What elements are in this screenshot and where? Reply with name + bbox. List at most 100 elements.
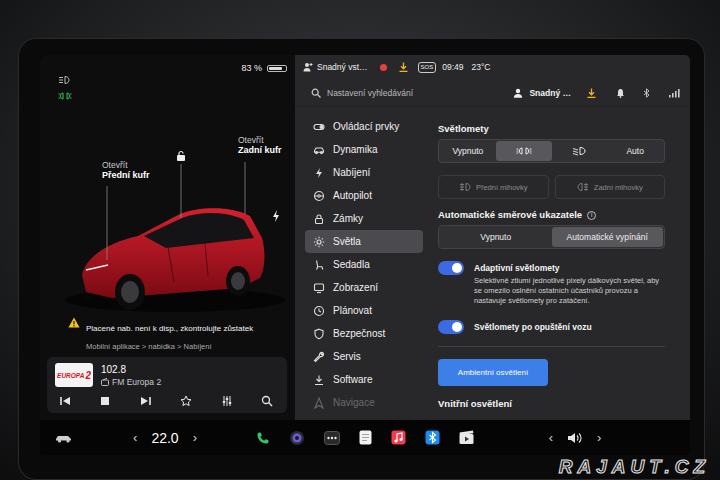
more-apps-icon[interactable]	[324, 431, 340, 445]
driver-profile-icon[interactable]	[303, 62, 313, 72]
info-badge[interactable]: i	[587, 211, 596, 220]
turn-signal-option[interactable]: Vypnuto	[440, 227, 552, 247]
notes-icon[interactable]	[359, 430, 372, 445]
menu-item[interactable]: Nabíjení	[305, 161, 423, 184]
menu-item-label: Software	[333, 374, 372, 385]
toggle-knob	[452, 322, 462, 332]
car-view: OtevřítPřední kufr OtevřítZadní kufr	[40, 110, 295, 315]
menu-item-label: Navigace	[333, 397, 375, 408]
media-text: 102.8FM Europa 2	[101, 364, 161, 387]
menu-item[interactable]: Světla	[305, 230, 423, 253]
watermark: RAJAUT.CZ	[559, 456, 710, 478]
menu-item-icon	[313, 328, 325, 340]
headlight-option[interactable]	[496, 141, 552, 161]
bell-icon[interactable]	[616, 88, 625, 98]
headlight-option[interactable]	[552, 141, 608, 161]
app-dock	[240, 430, 490, 446]
menu-item[interactable]: Ovládací prvky	[305, 115, 423, 138]
next-icon[interactable]	[140, 395, 152, 407]
front-trunk-button[interactable]: OtevřítPřední kufr	[102, 160, 150, 181]
menu-item[interactable]: Zobrazení	[305, 276, 423, 299]
toggle-description: Selektivně ztlumí jednotlivé pixely dálk…	[474, 276, 665, 306]
turn-signal-option-label: Automatické vypínání	[567, 232, 648, 242]
menu-item[interactable]: Bezpečnost	[305, 322, 423, 345]
menu-item[interactable]: Plánovat	[305, 299, 423, 322]
menu-item-icon	[313, 305, 325, 317]
volume-down-button[interactable]: ‹	[549, 431, 553, 444]
volume-control: ‹›	[490, 431, 650, 444]
menu-item-icon	[313, 121, 325, 133]
user-icon[interactable]	[513, 88, 523, 98]
equalizer-icon[interactable]	[221, 395, 233, 407]
turn-signal-heading: Automatické směrové ukazatele i	[438, 209, 665, 221]
menu-label-wrap: Dynamika	[333, 144, 377, 155]
turn-signal-option[interactable]: Automatické vypínání	[552, 227, 664, 247]
station-logo: EUROPA2	[55, 363, 93, 387]
menu-item[interactable]: Navigace	[305, 391, 423, 414]
fog-light-icon	[577, 182, 589, 192]
headlights-title: Světlomety	[438, 123, 489, 135]
ambient-lighting-button[interactable]: Ambientní osvětlení	[438, 359, 548, 386]
search-icon[interactable]	[261, 395, 273, 407]
video-icon[interactable]	[459, 430, 474, 445]
camera-icon[interactable]	[289, 430, 305, 446]
toggle-knob	[452, 263, 462, 273]
toggle-switch[interactable]	[438, 320, 464, 334]
menu-item-label: Dynamika	[333, 144, 377, 155]
settings-search-field[interactable]	[327, 88, 507, 98]
touchscreen: 83 %OtevřítPřední kufrOtevřítZadní kufrP…	[40, 55, 690, 455]
menu-item-label: Světla	[333, 236, 361, 247]
menu-item[interactable]: Dynamika	[305, 138, 423, 161]
speaker-icon[interactable]	[567, 432, 583, 444]
turn-signal-title: Automatické směrové ukazatele	[438, 209, 582, 221]
menu-item-icon	[313, 213, 325, 225]
menu-label-wrap: Sedadla	[333, 259, 370, 270]
light-indicators	[58, 61, 72, 110]
bluetooth-icon[interactable]	[425, 430, 440, 445]
headlight-option[interactable]: Auto	[607, 141, 663, 161]
headlight-option-label: Vypnuto	[452, 146, 483, 156]
turn-signal-selector: Vypnuto Automatické vypínání	[438, 225, 665, 249]
headlights-selector: Vypnuto Auto	[438, 139, 665, 163]
previous-icon[interactable]	[59, 395, 71, 407]
menu-item[interactable]: Sedadla	[305, 253, 423, 276]
headlight-option[interactable]: Vypnuto	[440, 141, 496, 161]
alert-subtitle: Mobilní aplikace > nabídka > Nabíjení	[86, 335, 253, 353]
logo-number: 2	[85, 370, 91, 381]
menu-item-icon	[313, 167, 325, 179]
stop-icon[interactable]	[99, 395, 111, 407]
front-trunk-action: Otevřít	[102, 160, 150, 170]
charge-port-icon[interactable]	[272, 210, 280, 222]
bluetooth-icon[interactable]	[643, 88, 650, 98]
parking-lights-icon	[516, 146, 532, 156]
menu-item-label: Plánovat	[333, 305, 372, 316]
phone-icon[interactable]	[256, 431, 270, 445]
rear-trunk-button[interactable]: OtevřítZadní kufr	[238, 135, 282, 156]
profile-name[interactable]: Snadný …	[529, 88, 571, 98]
temp-up-button[interactable]: ›	[193, 431, 197, 444]
music-icon[interactable]	[391, 430, 406, 445]
toggle-switch[interactable]	[438, 261, 464, 275]
status-profile: Snadný vst…	[317, 62, 368, 72]
headlight-icon	[58, 75, 70, 85]
temp-down-button[interactable]: ‹	[133, 431, 137, 444]
favorite-icon[interactable]	[180, 395, 192, 407]
alert-subtitle-text: Mobilní aplikace > nabídka > Nabíjení	[86, 342, 212, 351]
unlock-icon[interactable]	[176, 150, 186, 162]
car-icon[interactable]	[55, 433, 73, 443]
menu-label-wrap: Software	[333, 374, 372, 385]
outside-temperature: 23°C	[472, 62, 491, 72]
headlights-heading: Světlomety	[438, 123, 665, 135]
profile-name-text: Snadný …	[529, 88, 571, 98]
download-icon[interactable]	[587, 88, 596, 98]
menu-item[interactable]: Servis	[305, 345, 423, 368]
clock: 09:49	[442, 62, 463, 72]
record-dot	[380, 64, 387, 71]
menu-item[interactable]: Software	[305, 368, 423, 391]
menu-item[interactable]: Autopilot	[305, 184, 423, 207]
menu-item[interactable]: Zámky	[305, 207, 423, 230]
volume-up-button[interactable]: ›	[597, 431, 601, 444]
headlight-option-label: Auto	[626, 146, 644, 156]
fog-light-label: Přední mlhovky	[476, 183, 528, 192]
search-icon	[311, 88, 321, 98]
